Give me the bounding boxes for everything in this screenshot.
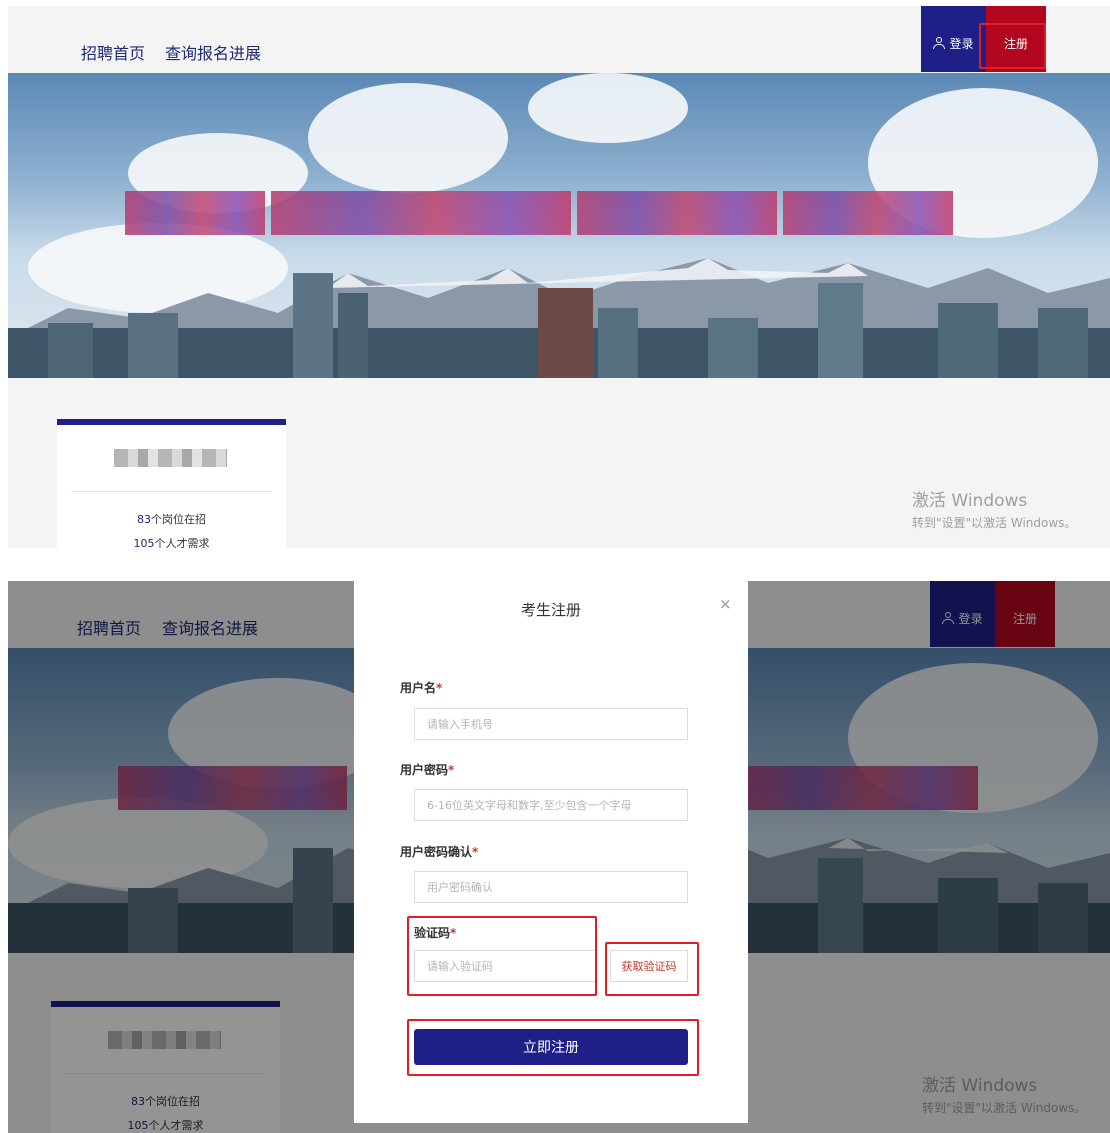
banner-cloud (528, 73, 688, 143)
homepage-screenshot: 招聘首页 查询报名进展 登录 注册 83个岗位在招 105个人才需求 激活 Wi… (8, 6, 1110, 548)
verification-code-label: 验证码* (414, 926, 457, 940)
confirm-password-input[interactable] (414, 871, 688, 903)
close-icon[interactable]: × (719, 595, 732, 613)
password-input[interactable] (414, 789, 688, 821)
positions-count: 83 (137, 513, 151, 526)
windows-activation-watermark: 激活 Windows 转到"设置"以激活 Windows。 (912, 486, 1076, 531)
register-label: 注册 (1003, 36, 1028, 51)
nav-progress-link[interactable]: 查询报名进展 (165, 40, 261, 64)
positions-count-line: 83个岗位在招 (57, 511, 286, 527)
card-divider (71, 491, 272, 492)
modal-title: 考生注册 (520, 601, 581, 619)
positions-suffix: 个岗位在招 (151, 513, 206, 526)
user-icon (933, 37, 946, 49)
register-modal: 考生注册 × 用户名* 用户密码* 用户密码确认* 验证码* 获取验证码 立即注… (354, 581, 748, 1123)
watermark-title: 激活 Windows (912, 491, 1028, 511)
company-logo-pixelated (114, 449, 227, 467)
company-card[interactable]: 83个岗位在招 105个人才需求 (57, 419, 286, 548)
banner-city-skyline (8, 273, 1110, 378)
confirm-password-label: 用户密码确认* (400, 845, 479, 859)
hero-banner (8, 73, 1110, 378)
top-nav-bar: 招聘首页 查询报名进展 登录 注册 (8, 6, 1110, 73)
password-label: 用户密码* (400, 763, 455, 777)
login-button[interactable]: 登录 (921, 6, 986, 72)
nav-home-link[interactable]: 招聘首页 (81, 40, 145, 64)
watermark-subtitle: 转到"设置"以激活 Windows。 (912, 516, 1077, 530)
submit-register-button[interactable]: 立即注册 (414, 1029, 688, 1065)
banner-title-pixelated (125, 191, 985, 235)
get-code-button[interactable]: 获取验证码 (610, 950, 688, 982)
talent-suffix: 个人才需求 (154, 537, 210, 548)
talent-count-line: 105个人才需求 (57, 535, 286, 548)
register-modal-screenshot: 招聘首页 查询报名进展 登录 注册 83个岗位在招 105个人才需求 激活 Wi… (8, 581, 1110, 1133)
username-input[interactable] (414, 708, 688, 740)
banner-cloud (308, 83, 508, 193)
verification-code-input[interactable] (414, 950, 596, 982)
talent-count: 105 (133, 537, 155, 548)
username-label: 用户名* (400, 681, 443, 695)
login-label: 登录 (949, 36, 974, 51)
register-button[interactable]: 注册 (986, 6, 1046, 72)
